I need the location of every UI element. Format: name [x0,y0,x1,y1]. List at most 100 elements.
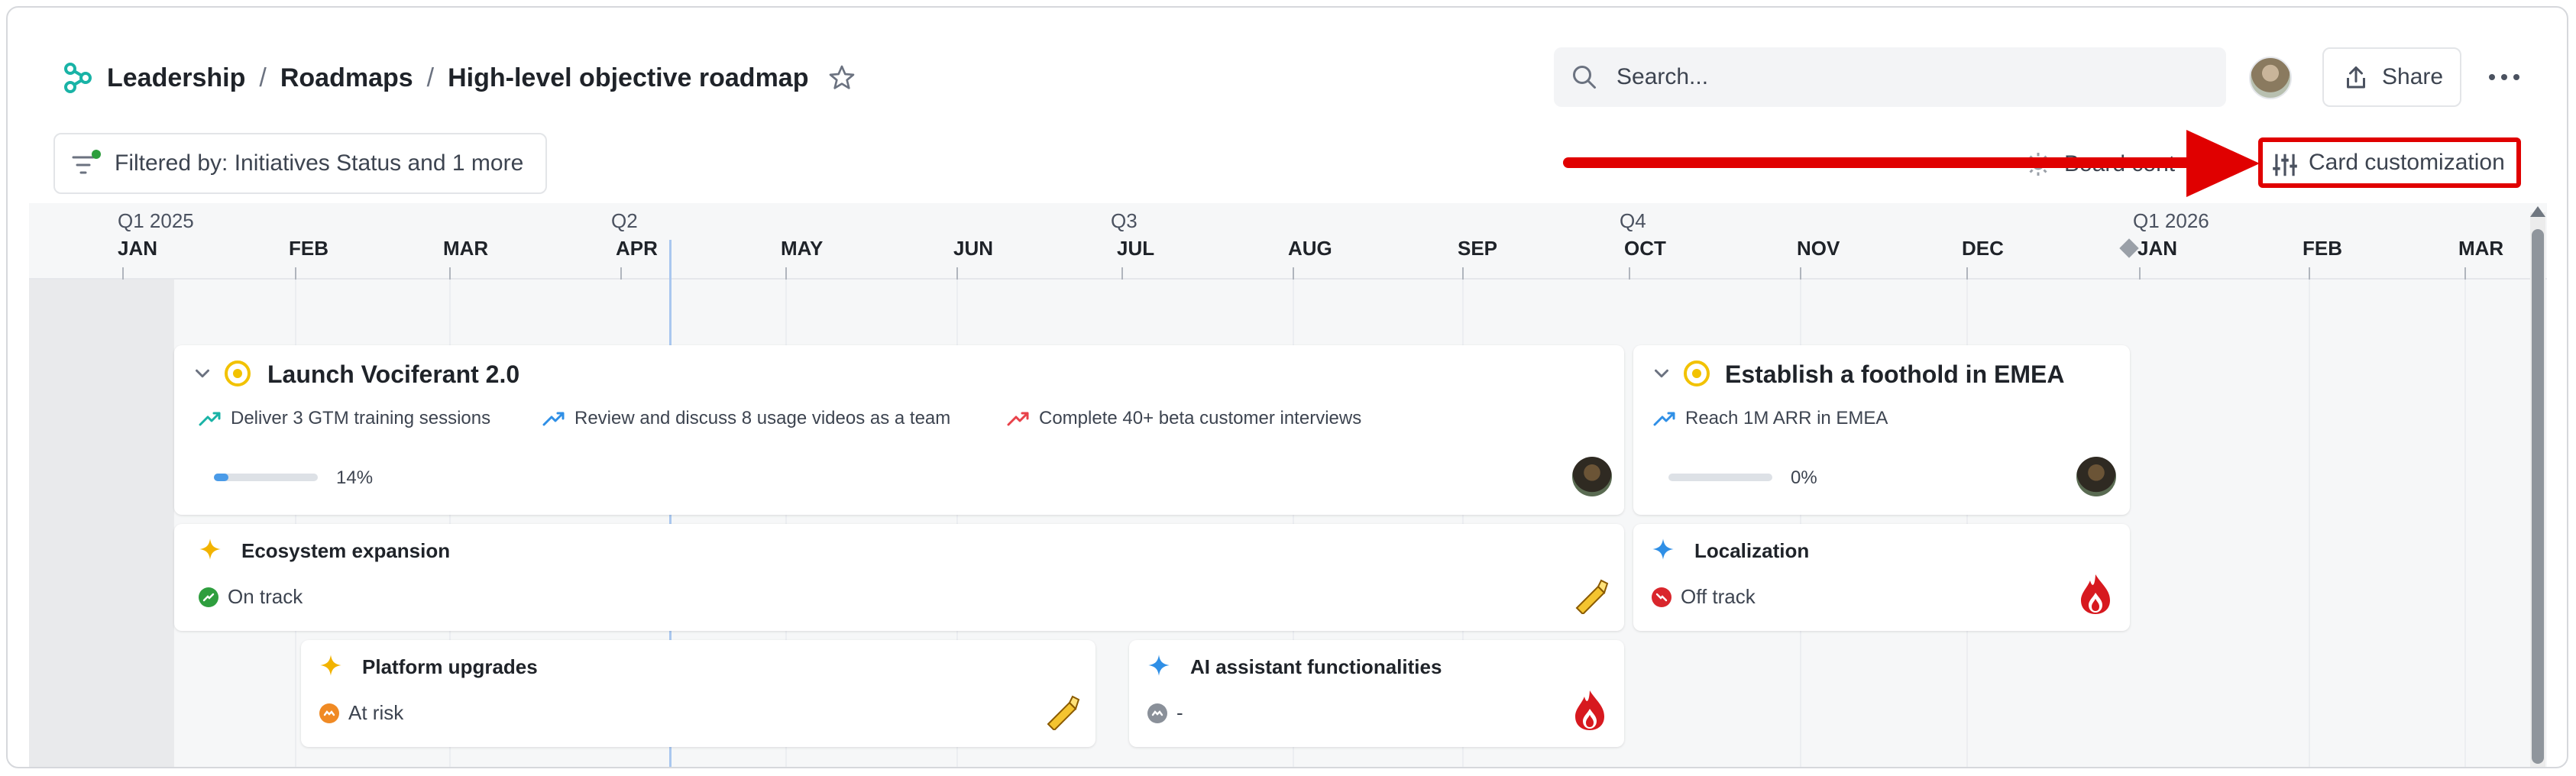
share-button[interactable]: Share [2322,47,2461,107]
initiative-card[interactable]: AI assistant functionalities - [1129,640,1624,747]
fire-icon [2081,574,2110,614]
month-label: MAY [781,237,824,260]
month-tick [449,267,451,280]
month-tick [1293,267,1294,280]
roadmap-timeline: Q1 2025 Q2 Q3 Q4 Q1 2026 JAN FEB MAR APR… [29,203,2547,767]
row-header-column [29,280,174,767]
user-avatar[interactable] [2249,57,2292,99]
sparkle-icon [320,655,341,676]
quarter-label: Q2 [611,209,638,232]
share-label: Share [2382,64,2444,89]
sparkle-icon [199,538,221,560]
progress-fill [214,474,229,481]
key-result-label: Review and discuss 8 usage videos as a t… [574,408,951,428]
owner-avatar[interactable] [1572,457,1612,496]
month-tick [1462,267,1464,280]
quarter-label: Q1 2026 [2133,209,2209,232]
gridline [2464,280,2466,767]
gridline [2309,280,2310,767]
trend-up-icon [199,412,221,426]
objective-card[interactable]: Launch Vociferant 2.0 Deliver 3 GTM trai… [174,345,1624,515]
key-result-label: Complete 40+ beta customer interviews [1039,408,1362,428]
initiative-card[interactable]: Ecosystem expansion On track [174,524,1624,631]
month-tick [1800,267,1801,280]
objective-title[interactable]: Launch Vociferant 2.0 [267,361,519,389]
star-icon[interactable] [827,63,857,93]
status-badge[interactable]: On track [199,585,303,609]
milestone-marker[interactable] [2119,238,2139,258]
at-risk-icon [319,703,339,723]
progress-bar [214,474,318,481]
month-label: MAR [2458,237,2504,260]
card-customization-label: Card customization [2309,150,2505,175]
card-customization-button[interactable]: Card customization [2258,137,2521,188]
month-label: MAR [443,237,489,260]
status-label: - [1176,701,1183,724]
month-tick [2464,267,2466,280]
quarter-label: Q3 [1111,209,1138,232]
month-tick [956,267,958,280]
month-label: SEP [1458,237,1498,260]
month-label: JUL [1117,237,1155,260]
initiative-card[interactable]: Localization Off track [1633,524,2130,631]
search-placeholder: Search... [1616,64,1709,89]
breadcrumb-leadership[interactable]: Leadership [107,63,245,93]
status-badge[interactable]: - [1147,701,1183,725]
chevron-down-icon[interactable] [191,362,214,385]
owner-avatar[interactable] [2076,457,2116,496]
search-input[interactable]: Search... [1554,47,2226,107]
key-result-label: Reach 1M ARR in EMEA [1685,408,1888,428]
month-label: JUN [953,237,994,260]
scroll-up-arrow-icon[interactable] [2530,206,2545,217]
annotation-arrow-shaft [1563,157,2197,168]
month-tick [1629,267,1630,280]
status-label: Off track [1681,585,1756,608]
key-result[interactable]: Complete 40+ beta customer interviews [1007,408,1361,429]
month-tick [785,267,787,280]
filter-button[interactable]: Filtered by: Initiatives Status and 1 mo… [53,133,547,194]
month-label: JAN [118,237,158,260]
objective-target-icon [1684,361,1710,386]
initiative-title[interactable]: Platform upgrades [362,655,538,679]
key-result[interactable]: Deliver 3 GTM training sessions [199,408,490,429]
month-label: NOV [1797,237,1840,260]
annotation-arrow-head [2186,130,2260,197]
objective-card[interactable]: Establish a foothold in EMEA Reach 1M AR… [1633,345,2130,515]
breadcrumb-roadmaps[interactable]: Roadmaps [280,63,413,93]
roadmap-logo-icon [64,63,92,93]
sliders-icon [2273,154,2297,176]
month-label: DEC [1962,237,2004,260]
chevron-down-icon[interactable] [1650,362,1673,385]
scrollbar-thumb[interactable] [2532,229,2544,764]
no-status-icon [1147,703,1167,723]
on-track-icon [199,587,218,607]
more-options-button[interactable] [2481,58,2527,96]
trend-up-icon [1653,412,1675,426]
filter-icon [72,150,101,174]
key-result[interactable]: Review and discuss 8 usage videos as a t… [542,408,950,429]
status-label: On track [228,585,303,608]
status-badge[interactable]: Off track [1652,585,1756,609]
month-tick [620,267,622,280]
objective-target-icon [225,361,251,386]
search-icon [1573,66,1596,89]
quarter-label: Q1 2025 [118,209,194,232]
initiative-card[interactable]: Platform upgrades At risk [301,640,1095,747]
key-result[interactable]: Reach 1M ARR in EMEA [1653,408,1888,429]
progress-percent: 0% [1791,467,1817,488]
initiative-title[interactable]: Ecosystem expansion [241,539,450,563]
breadcrumb: Leadership / Roadmaps / High-level objec… [63,57,857,99]
month-label: FEB [289,237,328,260]
initiative-title[interactable]: Localization [1694,539,1809,563]
month-label: AUG [1288,237,1332,260]
progress-percent: 14% [336,467,374,488]
breadcrumb-separator: / [259,63,267,92]
objective-title[interactable]: Establish a foothold in EMEA [1725,361,2064,389]
initiative-title[interactable]: AI assistant functionalities [1190,655,1442,679]
month-tick [1966,267,1968,280]
progress-bar [1668,474,1772,481]
page-title: High-level objective roadmap [448,63,809,92]
month-tick [122,267,124,280]
flashlight-icon [1575,579,1609,614]
status-badge[interactable]: At risk [319,701,403,725]
